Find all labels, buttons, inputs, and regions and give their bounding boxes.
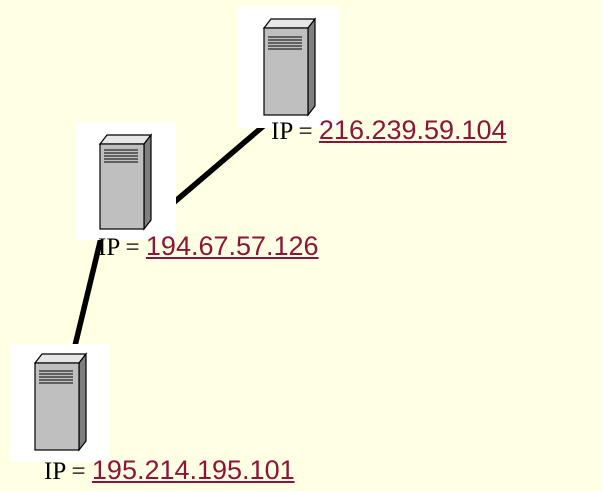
connection-line-bottom	[70, 235, 104, 357]
ip-label-middle: IP = 194.67.57.126	[98, 231, 319, 263]
server-middle	[76, 122, 176, 240]
ip-address-link[interactable]: 194.67.57.126	[146, 231, 319, 261]
ip-address-link[interactable]: 216.239.59.104	[319, 115, 507, 145]
ip-address-link[interactable]: 195.214.195.101	[92, 455, 295, 485]
server-top	[238, 6, 339, 128]
ip-label-bottom: IP = 195.214.195.101	[44, 455, 295, 487]
ip-prefix: IP =	[98, 234, 146, 261]
server-icon	[33, 352, 88, 452]
ip-label-top: IP = 216.239.59.104	[271, 115, 507, 147]
ip-prefix: IP =	[44, 458, 92, 485]
ip-prefix: IP =	[271, 118, 319, 145]
server-icon	[262, 17, 317, 117]
server-bottom	[9, 344, 109, 462]
network-diagram: IP = 216.239.59.104 IP = 194.67.57.126 I…	[0, 0, 602, 491]
server-icon	[98, 133, 153, 231]
